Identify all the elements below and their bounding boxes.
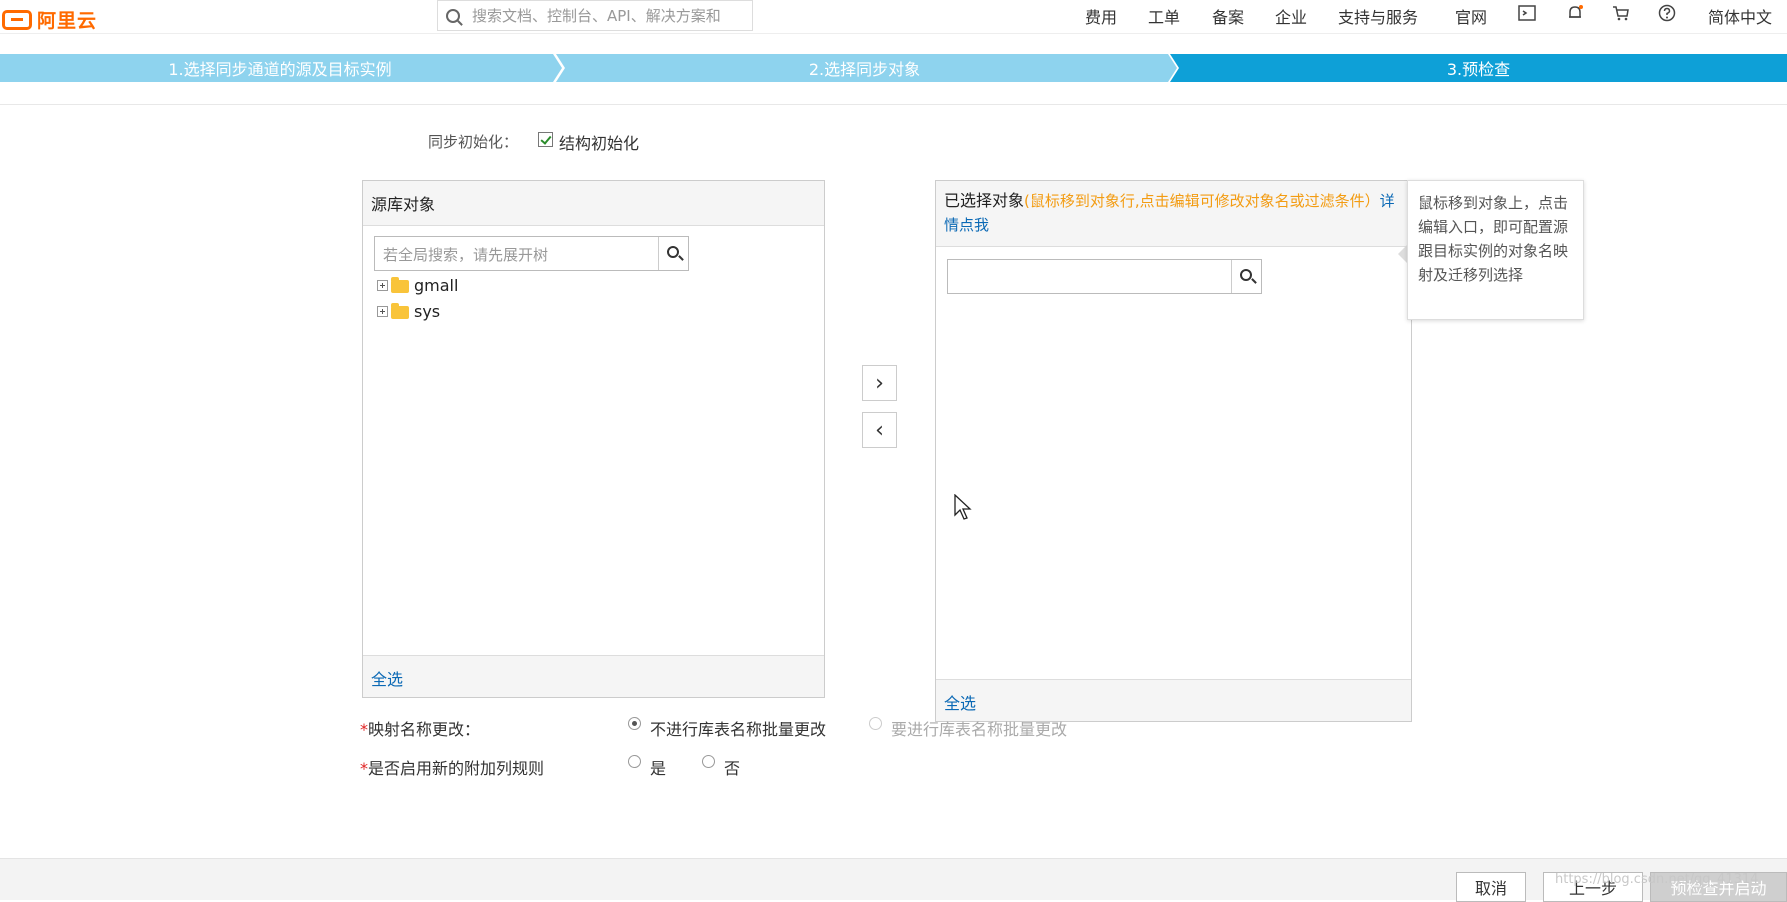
selected-panel-header: 已选择对象(鼠标移到对象行,点击编辑可修改对象名或过滤条件）详情点我 [936,181,1411,247]
tree-node-sys[interactable]: sys [377,302,440,321]
source-search-placeholder: 若全局搜索，请先展开树 [383,246,549,264]
nav-item-enterprise[interactable]: 企业 [1275,4,1307,28]
chevron-left-icon: ‹ [875,417,884,443]
structure-init-checkbox[interactable] [538,132,553,147]
nav-item-support[interactable]: 支持与服务 [1338,4,1418,28]
nav-item-fees[interactable]: 费用 [1085,4,1117,28]
cancel-button[interactable]: 取消 [1456,872,1526,902]
source-search-button[interactable] [658,237,688,270]
step-1-label: 1.选择同步通道的源及目标实例 [168,60,392,79]
chevron-right-icon: › [875,370,884,396]
global-search-input[interactable]: 搜索文档、控制台、API、解决方案和 [437,0,753,31]
tree-node-gmall[interactable]: gmall [377,276,458,295]
selected-search-button[interactable] [1231,260,1261,293]
logo-text: 阿里云 [37,10,98,32]
logo-icon [2,9,32,30]
extra-columns-label: *是否启用新的附加列规则 [360,755,544,779]
selected-select-all[interactable]: 全选 [936,679,1411,721]
tree-node-label: sys [414,302,441,321]
mouse-cursor-icon [954,494,972,520]
extra-columns-no-label[interactable]: 否 [724,755,740,779]
step-1: 1.选择同步通道的源及目标实例 [0,54,560,82]
help-tooltip: 鼠标移到对象上，点击编辑入口，即可配置源跟目标实例的对象名映射及迁移列选择 [1407,180,1584,320]
move-right-button[interactable]: › [862,365,897,401]
sync-init-label: 同步初始化： [428,133,519,151]
selected-search-input[interactable] [947,259,1262,294]
language-switch[interactable]: 简体中文 [1708,4,1772,28]
search-icon [446,8,460,23]
source-search-input[interactable]: 若全局搜索，请先展开树 [374,236,689,271]
extra-columns-label-text: 是否启用新的附加列规则 [368,759,545,778]
watermark: https://blog.csdn.net/qq_41314 [1555,872,1759,887]
wizard-steps: 1.选择同步通道的源及目标实例 2.选择同步对象 3.预检查 [0,54,1787,82]
batch-rename-radio[interactable] [869,717,882,730]
structure-init-label[interactable]: 结构初始化 [559,130,639,154]
step-3-label: 3.预检查 [1446,60,1511,79]
bell-icon[interactable] [1566,4,1584,22]
extra-columns-no-radio[interactable] [702,755,715,768]
tree-node-label: gmall [414,276,459,295]
extra-columns-yes-radio[interactable] [628,755,641,768]
mapping-label: *映射名称更改： [360,716,480,740]
mapping-label-text: 映射名称更改： [368,720,481,739]
no-batch-rename-label[interactable]: 不进行库表名称批量更改 [650,716,826,740]
search-icon [667,246,679,258]
move-left-button[interactable]: ‹ [862,412,897,448]
divider [0,104,1787,105]
selected-objects-panel: 已选择对象(鼠标移到对象行,点击编辑可修改对象名或过滤条件）详情点我 全选 [935,180,1412,722]
source-objects-panel: 源库对象 若全局搜索，请先展开树 gmall sys 全选 [362,180,825,698]
required-mark: * [360,759,368,778]
step-divider-1 [545,54,565,82]
top-navbar: 阿里云 搜索文档、控制台、API、解决方案和 费用 工单 备案 企业 支持与服务… [0,0,1787,34]
step-divider-2 [1162,54,1182,82]
search-icon [1240,269,1252,281]
expand-icon[interactable] [377,306,388,317]
expand-icon[interactable] [377,280,388,291]
terminal-icon[interactable] [1518,4,1536,22]
nav-item-tickets[interactable]: 工单 [1148,4,1180,28]
batch-rename-label[interactable]: 要进行库表名称批量更改 [891,716,1067,740]
step-2-label: 2.选择同步对象 [808,60,921,79]
step-3: 3.预检查 [1170,54,1787,82]
step-2: 2.选择同步对象 [556,54,1173,82]
required-mark: * [360,720,368,739]
selected-panel-note: (鼠标移到对象行,点击编辑可修改对象名或过滤条件） [1024,192,1380,210]
help-icon[interactable] [1658,4,1676,22]
source-select-all[interactable]: 全选 [363,655,824,697]
source-panel-title: 源库对象 [363,181,824,226]
nav-item-website[interactable]: 官网 [1455,4,1487,28]
folder-icon [391,277,409,293]
selected-panel-title: 已选择对象 [944,191,1025,210]
nav-item-icp[interactable]: 备案 [1212,4,1244,28]
search-placeholder: 搜索文档、控制台、API、解决方案和 [472,7,721,25]
folder-icon [391,303,409,319]
no-batch-rename-radio[interactable] [628,717,641,730]
aliyun-logo[interactable]: 阿里云 [2,6,97,33]
extra-columns-yes-label[interactable]: 是 [650,755,666,779]
cart-icon[interactable] [1612,4,1630,22]
